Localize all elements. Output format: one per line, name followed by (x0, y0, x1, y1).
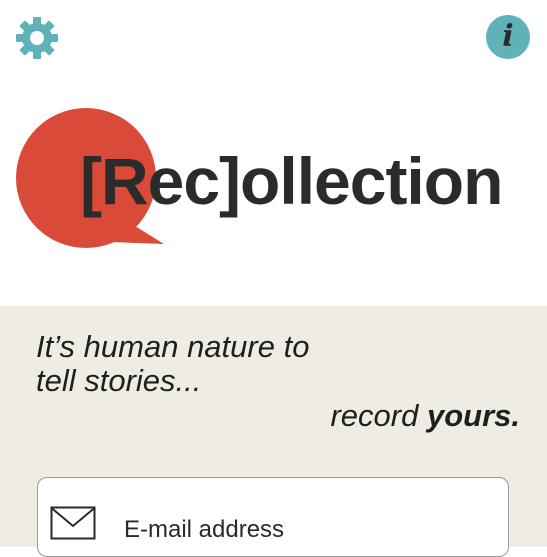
email-placeholder: E-mail address (124, 516, 285, 543)
tagline-line-2: tell stories... (36, 363, 202, 398)
logo-suffix: ollection (240, 144, 503, 218)
envelope-icon (50, 506, 96, 540)
tagline-record: record (330, 398, 427, 433)
app-logo: [Rec]ollection (80, 143, 503, 219)
settings-button[interactable] (14, 15, 60, 61)
gear-icon (16, 17, 58, 59)
header-area: i [Rec]ollection (0, 0, 547, 306)
tagline-yours: yours. (426, 398, 520, 433)
info-button[interactable]: i (486, 15, 530, 59)
info-icon: i (502, 19, 514, 54)
logo-prefix: [Rec] (80, 144, 241, 218)
tagline-line-3: record yours. (330, 399, 520, 433)
tagline-line-1: It’s human nature to (36, 329, 310, 364)
email-field[interactable]: E-mail address (37, 477, 509, 557)
